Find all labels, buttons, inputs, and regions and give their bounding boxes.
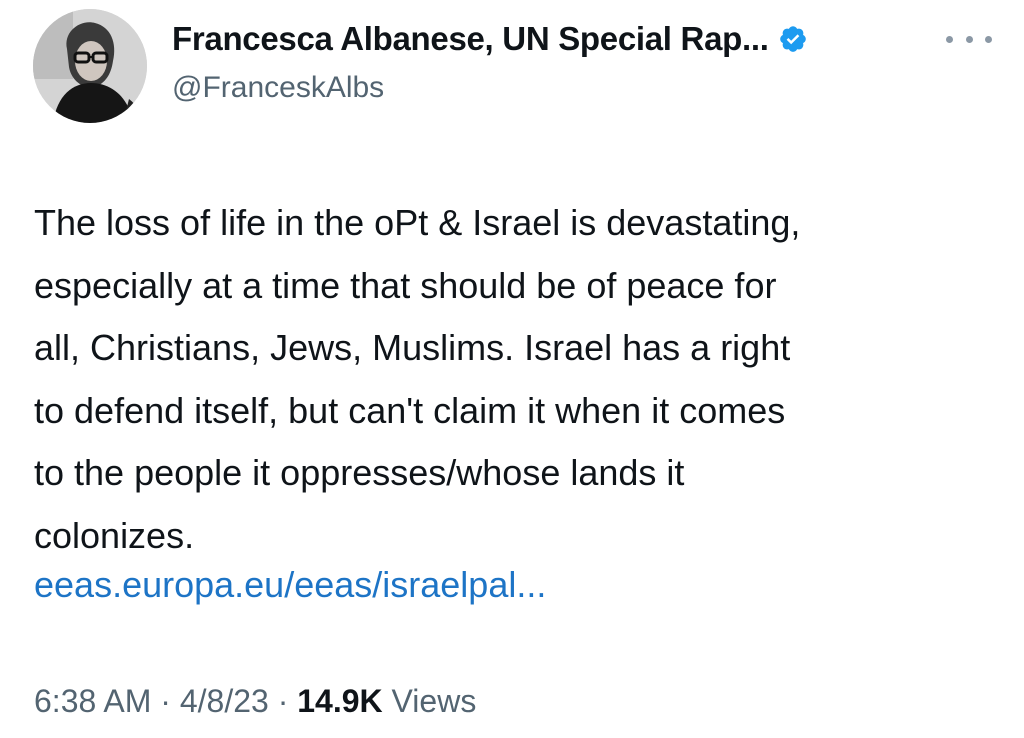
profile-photo [33, 9, 147, 123]
tweet-meta: 6:38 AM · 4/8/23 · 14.9K Views [34, 683, 476, 720]
tweet-text-line: especially at a time that should be of p… [34, 264, 777, 306]
tweet-date[interactable]: 4/8/23 [180, 683, 269, 719]
views-label: Views [382, 683, 477, 719]
author-name-row: Francesca Albanese, UN Special Rap... [172, 20, 808, 58]
author-handle[interactable]: @FranceskAlbs [172, 71, 384, 105]
author-display-name[interactable]: Francesca Albanese, UN Special Rap... [172, 20, 769, 58]
tweet-text-line: to the people it oppresses/whose lands i… [34, 452, 685, 493]
tweet-text-line: all, Christians, Jews, Muslims. Israel h… [34, 327, 791, 368]
verified-badge-icon [778, 24, 808, 54]
tweet-link[interactable]: eeas.europa.eu/eeas/israelpal... [34, 554, 546, 616]
more-dot [946, 35, 953, 43]
tweet-time[interactable]: 6:38 AM [34, 683, 151, 719]
tweet-text-line: The loss of life in the oPt & Israel is … [34, 202, 801, 243]
more-dot [965, 35, 973, 43]
avatar[interactable] [33, 9, 147, 123]
views-count: 14.9K [297, 683, 383, 719]
meta-separator: · [151, 683, 180, 719]
tweet-text: The loss of life in the oPt & Israel is … [34, 192, 994, 567]
more-options-icon[interactable] [946, 24, 992, 54]
tweet-text-line: to defend itself, but can't claim it whe… [34, 389, 786, 431]
more-dot [985, 35, 992, 43]
meta-separator: · [268, 683, 298, 719]
